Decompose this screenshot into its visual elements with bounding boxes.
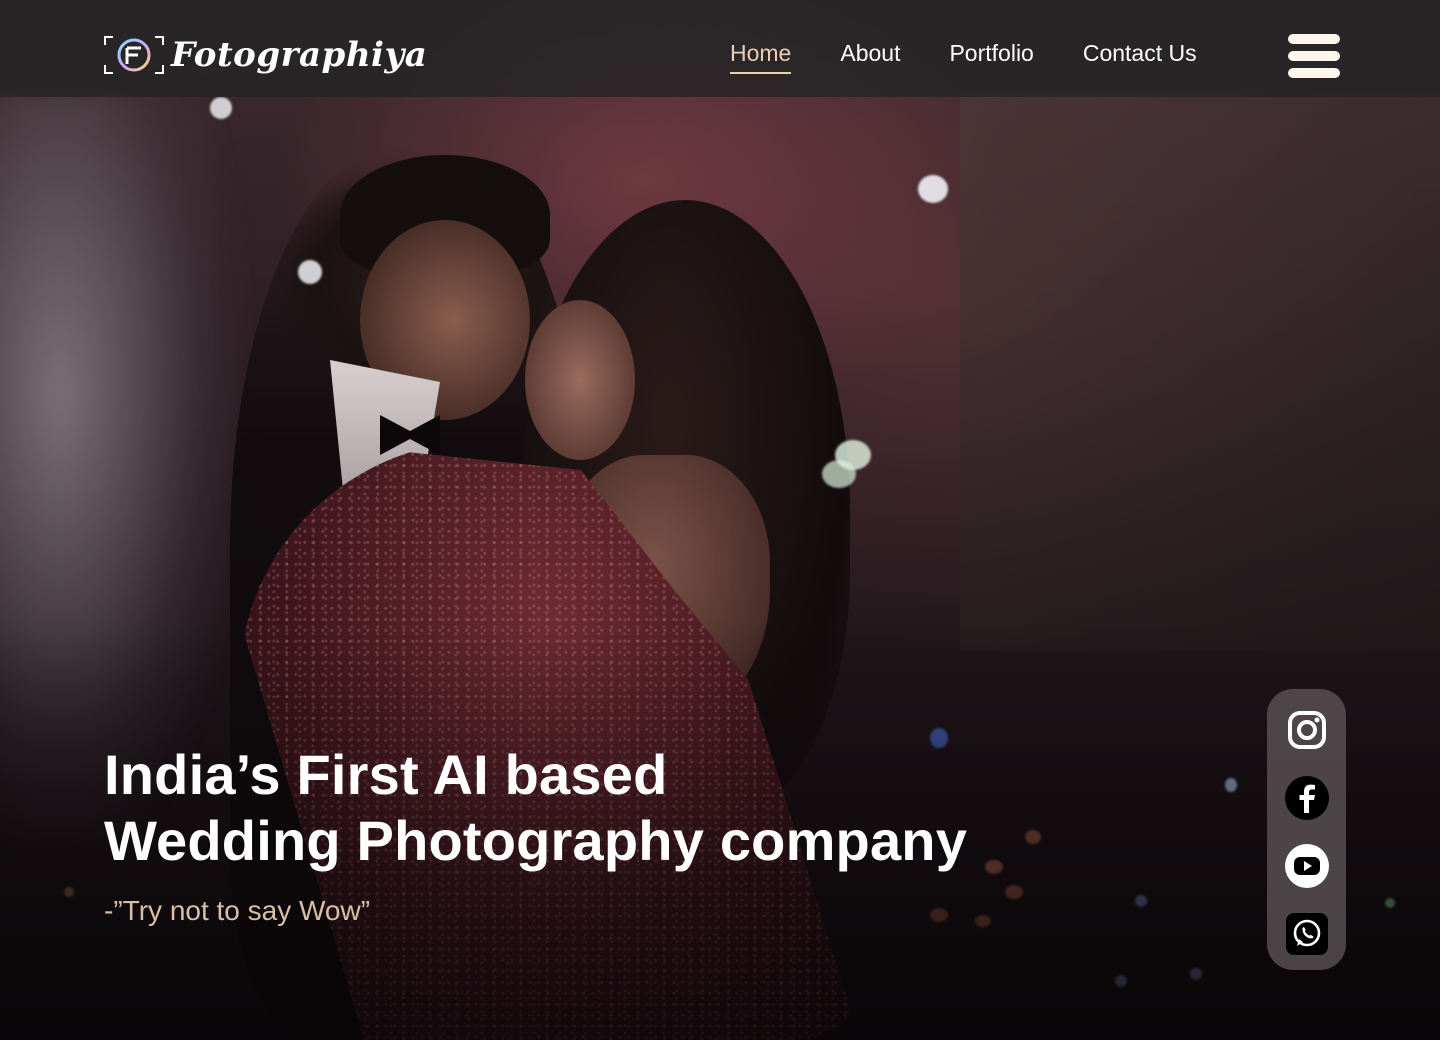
hero-headline-line2: Wedding Photography company [104,809,968,872]
camera-frame-f-icon [103,35,165,75]
hero-headline: India’s First AI based Wedding Photograp… [104,742,967,874]
bokeh-light [210,97,232,119]
menu-bar [1288,51,1340,61]
main-nav: Home About Portfolio Contact Us [730,40,1246,74]
brand-name: Fotographiya [171,35,428,75]
youtube-icon[interactable] [1284,843,1330,889]
nav-about[interactable]: About [840,40,900,71]
site-header: Fotographiya Home About Portfolio Contac… [0,0,1440,97]
bokeh-light [298,260,322,284]
bokeh-light [822,460,856,488]
hero-tagline: -”Try not to say Wow” [104,895,371,926]
nav-portfolio[interactable]: Portfolio [949,40,1033,71]
bride-face [525,300,635,460]
whatsapp-icon[interactable] [1284,911,1330,957]
hero-headline-line1: India’s First AI based [104,743,668,806]
bokeh-light [918,175,948,203]
facebook-icon[interactable] [1284,775,1330,821]
brand-logo[interactable]: Fotographiya [103,34,427,76]
hero-background-image [0,0,1440,1040]
social-links-bar [1267,689,1346,970]
menu-bar [1288,68,1340,78]
nav-contact-us[interactable]: Contact Us [1083,40,1197,71]
background-wall [960,90,1440,650]
nav-home[interactable]: Home [730,40,792,74]
menu-bar [1288,34,1340,44]
instagram-icon[interactable] [1284,707,1330,753]
hamburger-menu-icon[interactable] [1288,34,1340,78]
